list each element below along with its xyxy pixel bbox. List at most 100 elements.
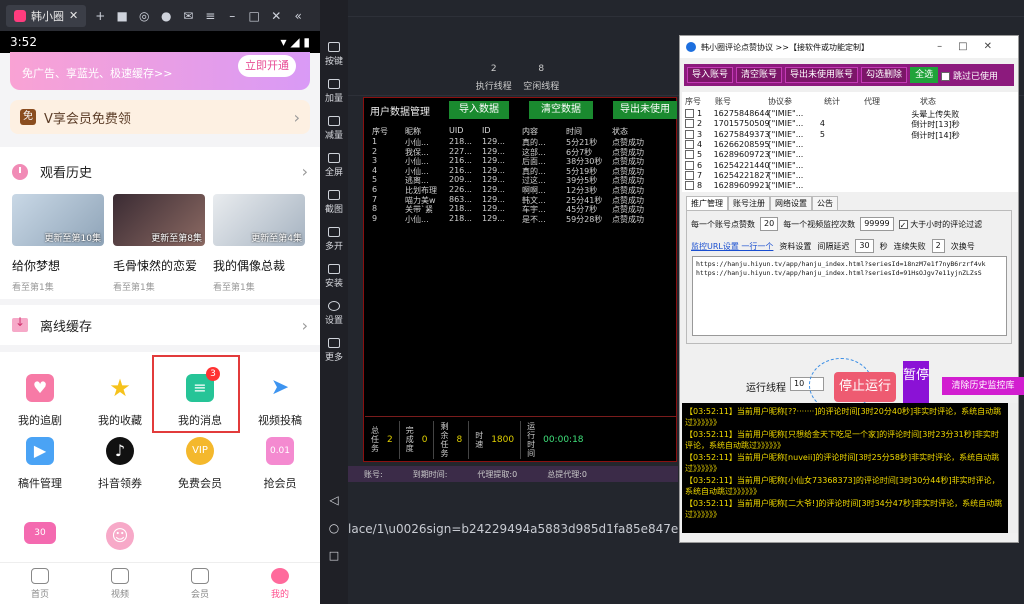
offline-cache-row[interactable]: 离线缓存 › — [0, 305, 320, 345]
history-title: 观看历史 — [40, 166, 93, 181]
progress-stat: 完成度 0 — [400, 420, 435, 459]
signal-icons: ▾ ◢ ▮ — [280, 35, 310, 49]
row-number: 5 — [697, 150, 703, 160]
row-index: 4 — [685, 139, 714, 149]
subtab-profile[interactable]: 资料设置 — [779, 241, 811, 252]
install-button[interactable]: 安装 — [320, 264, 348, 289]
history-item[interactable]: 更新至第8集 毛骨悚然的恋爱 看至第1集 — [113, 194, 205, 293]
nav-mine[interactable]: 我的 — [240, 563, 320, 604]
tab-notice[interactable]: 公告 — [812, 196, 838, 211]
fullscreen-button[interactable]: 全屏 — [320, 153, 348, 178]
bluetooth-icon[interactable]: ■ — [114, 9, 130, 23]
export-unused-button[interactable]: 导出未使用 — [613, 101, 677, 119]
tab-promotion[interactable]: 推广管理 — [686, 196, 728, 211]
account-row[interactable]: 7 16254221827 {"IMIE"... — [685, 170, 997, 180]
history-title: 我的偶像总裁 — [213, 259, 286, 273]
highlight-box — [152, 355, 240, 433]
subtab-url[interactable]: 监控URL设置 一行一个 — [691, 241, 773, 252]
volume-up-button[interactable]: 加量 — [320, 79, 348, 104]
skip-used-checkbox[interactable]: 跳过已使用 — [941, 69, 998, 82]
maximize-icon[interactable]: □ — [246, 9, 262, 23]
home-circle-icon[interactable]: ○ — [320, 521, 348, 535]
over-hours-checkbox[interactable]: ✓ 大于小时的评论过滤 — [898, 219, 982, 230]
tab-network[interactable]: 网络设置 — [770, 196, 812, 211]
account-row[interactable]: 5 16289609723 {"IMIE"... — [685, 150, 997, 160]
monitor-url-textarea[interactable]: https://hanju.hiyun.tv/app/hanju_index.h… — [692, 256, 1007, 336]
import-data-button[interactable]: 导入数据 — [449, 101, 509, 119]
history-header[interactable]: 观看历史 › — [12, 162, 308, 181]
history-title: 给你梦想 — [12, 259, 61, 273]
stop-button[interactable]: 停止运行 — [834, 372, 896, 402]
grab-vip-item[interactable]: 0.01 抢会员 — [240, 427, 320, 497]
vip-banner[interactable]: 免广告、享蓝光、极速缓存>> 立即开通 — [10, 52, 310, 90]
clear-history-button[interactable]: 清除历史监控库 — [942, 377, 1024, 395]
table-cell — [858, 161, 911, 170]
log-scrollbar[interactable] — [1008, 403, 1018, 533]
keymap-button[interactable]: 按键 — [320, 42, 348, 67]
fail-input[interactable]: 2 — [931, 239, 945, 253]
checkbox[interactable]: ✓ — [898, 219, 908, 230]
exec-count: 2 — [490, 64, 497, 74]
app-tab[interactable]: 韩小圈 ✕ — [6, 4, 87, 27]
history-item[interactable]: 更新至第4集 我的偶像总裁 看至第1集 — [213, 194, 305, 293]
checkbox[interactable] — [941, 71, 951, 81]
select-all-button[interactable]: 全选 — [910, 67, 939, 83]
back-icon[interactable]: ◁ — [320, 493, 348, 507]
my-favorites-item[interactable]: ★ 我的收藏 — [80, 352, 160, 427]
row-checkbox[interactable] — [685, 129, 694, 139]
row-checkbox[interactable] — [685, 160, 694, 170]
screenshot-button[interactable]: 截图 — [320, 190, 348, 215]
account-row[interactable]: 4 16266208595 {"IMIE"... — [685, 139, 997, 149]
more-button[interactable]: 更多 — [320, 338, 348, 363]
collapse-icon[interactable]: « — [290, 9, 306, 23]
minimize-icon[interactable]: – — [224, 9, 240, 23]
nav-vip[interactable]: 会员 — [160, 563, 240, 604]
row-checkbox[interactable] — [685, 150, 694, 160]
row-checkbox[interactable] — [685, 181, 694, 191]
chevron-right-icon: › — [301, 162, 308, 181]
clear-account-button[interactable]: 清空账号 — [736, 67, 783, 83]
mail-icon[interactable]: ✉ — [180, 9, 196, 23]
import-account-button[interactable]: 导入账号 — [687, 67, 734, 83]
account-icon[interactable]: ● — [158, 9, 174, 23]
delete-checked-button[interactable]: 勾选删除 — [861, 67, 908, 83]
gamepad-icon[interactable]: ◎ — [136, 9, 152, 23]
window-close-icon[interactable]: ✕ — [268, 9, 284, 23]
account-row[interactable]: 6 16254221440 {"IMIE"... — [685, 160, 997, 170]
account-row[interactable]: 8 16289609921 {"IMIE"... — [685, 181, 997, 191]
tab-register[interactable]: 账号注册 — [728, 196, 770, 211]
likes-input[interactable]: 20 — [760, 217, 779, 231]
free-vip-item[interactable]: VIP 免费会员 — [160, 427, 240, 497]
row-checkbox[interactable] — [685, 139, 694, 149]
export-unused-account-button[interactable]: 导出未使用账号 — [785, 67, 859, 83]
row-checkbox[interactable] — [685, 119, 694, 129]
multi-instance-button[interactable]: 多开 — [320, 227, 348, 252]
row-checkbox[interactable] — [685, 109, 694, 118]
my-series-item[interactable]: ♥ 我的追剧 — [0, 352, 80, 427]
close-icon[interactable]: ✕ — [69, 9, 78, 22]
tiktok-coupon-item[interactable]: ♪ 抖音领券 — [80, 427, 160, 497]
history-item[interactable]: 更新至第10集 给你梦想 看至第1集 — [12, 194, 104, 293]
manuscript-item[interactable]: ▶ 稿件管理 — [0, 427, 80, 497]
clear-data-button[interactable]: 清空数据 — [529, 101, 593, 119]
recent-apps-icon[interactable]: □ — [320, 549, 348, 562]
pause-button[interactable]: 暂停 — [903, 361, 929, 409]
settings-button[interactable]: 设置 — [320, 301, 348, 326]
nav-home[interactable]: 首页 — [0, 563, 80, 604]
table-cell: 129... — [482, 213, 505, 223]
row-checkbox[interactable] — [685, 170, 694, 180]
phone-screen: 韩小圈 ✕ + ■ ◎ ● ✉ ≡ – □ ✕ « 3:52 ▾ ◢ ▮ 免广告、… — [0, 0, 320, 604]
video-submit-item[interactable]: ➤ 视频投稿 — [240, 352, 320, 427]
open-vip-button[interactable]: 立即开通 — [238, 55, 296, 77]
interval-input[interactable]: 30 — [855, 239, 874, 253]
table-row[interactable]: 9 小仙... 218... 129... 是不... 59分28秒 点赞成功 — [372, 214, 678, 225]
window-controls[interactable]: –□✕ — [937, 41, 1008, 52]
nav-video[interactable]: 视频 — [80, 563, 160, 604]
vip-free-card[interactable]: 免 V享会员免费领 › — [10, 100, 310, 134]
table-cell: 218... — [449, 213, 472, 223]
menu-icon[interactable]: ≡ — [202, 9, 218, 23]
add-tab-icon[interactable]: + — [92, 9, 108, 23]
volume-down-icon — [328, 116, 340, 126]
monitor-input[interactable]: 99999 — [860, 217, 894, 231]
volume-down-button[interactable]: 减量 — [320, 116, 348, 141]
